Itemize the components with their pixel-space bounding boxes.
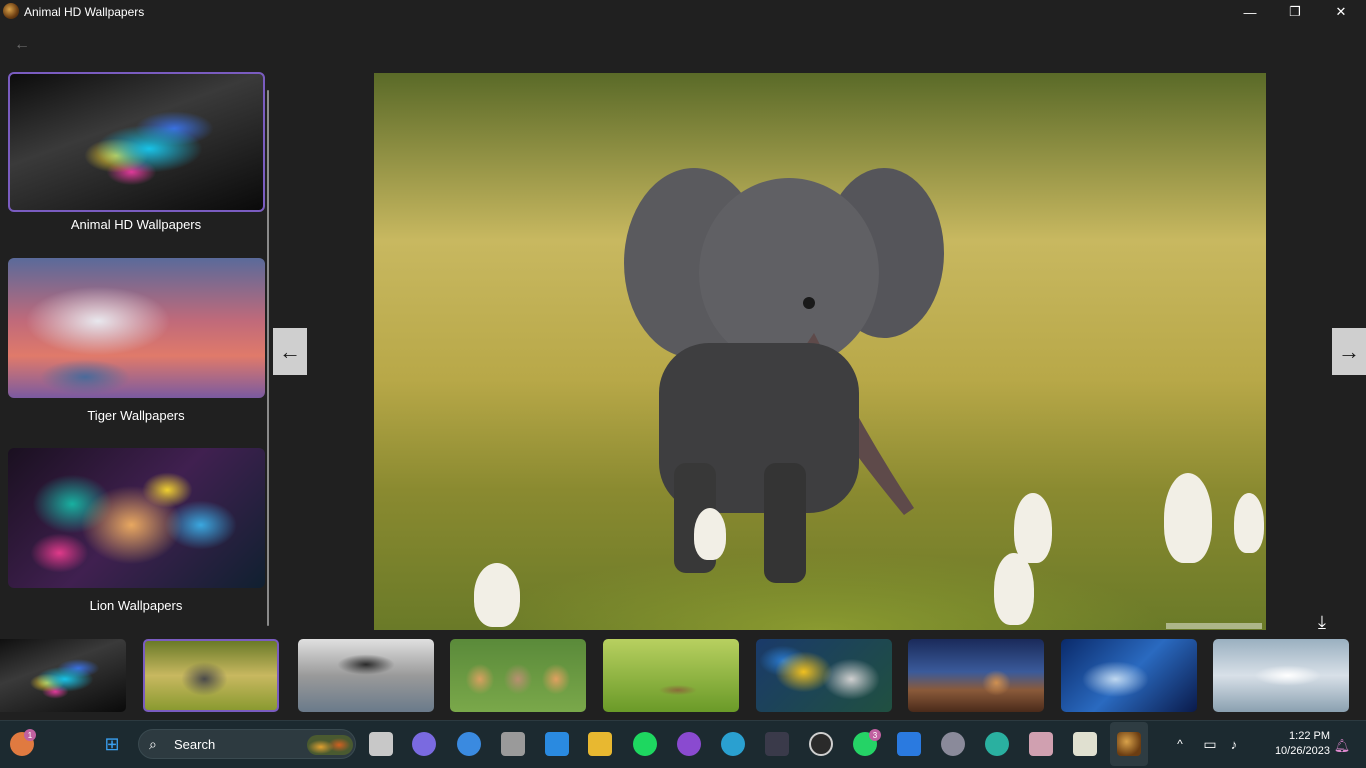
download-button[interactable]: ⤓ [1312,611,1332,633]
thumbnail-cheetah[interactable] [908,639,1044,712]
teams-icon[interactable] [412,732,436,756]
sidebar-scrollbar[interactable] [267,90,269,626]
category-card-animal-hd[interactable] [8,72,265,212]
main-wallpaper-image [374,73,1266,630]
category-card-lion[interactable] [8,448,265,588]
search-icon: ⌕ [149,736,157,752]
app-icon [3,3,19,19]
weather-badge: 1 [24,729,36,741]
next-image-button[interactable]: → [1332,328,1366,375]
thumbnail-kittens[interactable] [450,639,586,712]
thumbnail-eagle[interactable] [298,639,434,712]
clock[interactable]: 1:22 PM 10/26/2023 [1262,729,1330,759]
whatsapp-badge: 3 [869,729,881,741]
game-app-icon[interactable] [765,732,789,756]
clock-date: 10/26/2023 [1274,745,1330,757]
egret-bird [474,563,520,627]
image-watermark [1166,623,1262,629]
egret-bird [1164,473,1212,563]
thumbnail-parrot[interactable] [756,639,892,712]
anime-app-icon[interactable] [1029,732,1053,756]
thumbnail-butterfly[interactable] [0,639,126,712]
minimize-button[interactable]: — [1227,0,1273,24]
taskbar-search-input[interactable]: ⌕ Search [138,729,356,759]
clock-time: 1:22 PM [1289,730,1330,742]
thumbnail-green-field[interactable] [603,639,739,712]
notification-bell-icon[interactable]: 🔔︎ [1330,734,1354,758]
window-title: Animal HD Wallpapers [24,5,145,19]
category-card-tiger[interactable] [8,258,265,398]
volume-icon[interactable]: ♪ [1222,732,1246,756]
close-button[interactable]: ✕ [1318,0,1364,24]
thumbnail-clouds[interactable] [1213,639,1349,712]
back-button[interactable]: ← [12,35,32,55]
egret-bird [1234,493,1264,553]
egret-bird [694,508,726,560]
network-icon[interactable]: ▭ [1198,732,1222,756]
cube-app-icon[interactable] [501,732,525,756]
category-label: Lion Wallpapers [89,598,183,613]
maximize-button[interactable]: ❐ [1272,0,1318,24]
previous-image-button[interactable]: ← [273,328,307,375]
start-icon[interactable]: ⊞ [100,732,124,756]
file-explorer-icon[interactable] [588,732,612,756]
obs-icon[interactable] [809,732,833,756]
vscode-icon[interactable] [897,732,921,756]
spotify-icon[interactable] [633,732,657,756]
animal-wallpapers-app-icon[interactable] [1117,732,1141,756]
category-label: Tiger Wallpapers [87,408,185,423]
search-placeholder: Search [174,737,216,752]
thumbnail-wolf[interactable] [1061,639,1197,712]
egret-bird [1014,493,1052,563]
github-icon[interactable] [677,732,701,756]
title-bar: Animal HD Wallpapers — ❐ ✕ [0,0,1366,24]
elephant-illustration [624,168,944,583]
search-highlight-icon [307,735,353,755]
notepad-app-icon[interactable] [1073,732,1097,756]
edge-icon[interactable] [985,732,1009,756]
task-view-icon[interactable] [369,732,393,756]
tray-chevron-icon[interactable]: ^ [1168,732,1192,756]
disk-app-icon[interactable] [941,732,965,756]
edge-beta-icon[interactable] [721,732,745,756]
microsoft-store-icon[interactable] [545,732,569,756]
thumbnail-elephant[interactable] [143,639,279,712]
category-sidebar: Animal HD Wallpapers Tiger Wallpapers Li… [0,72,272,628]
app-store-icon[interactable] [457,732,481,756]
category-label: Animal HD Wallpapers [70,217,202,232]
egret-bird [994,553,1034,625]
